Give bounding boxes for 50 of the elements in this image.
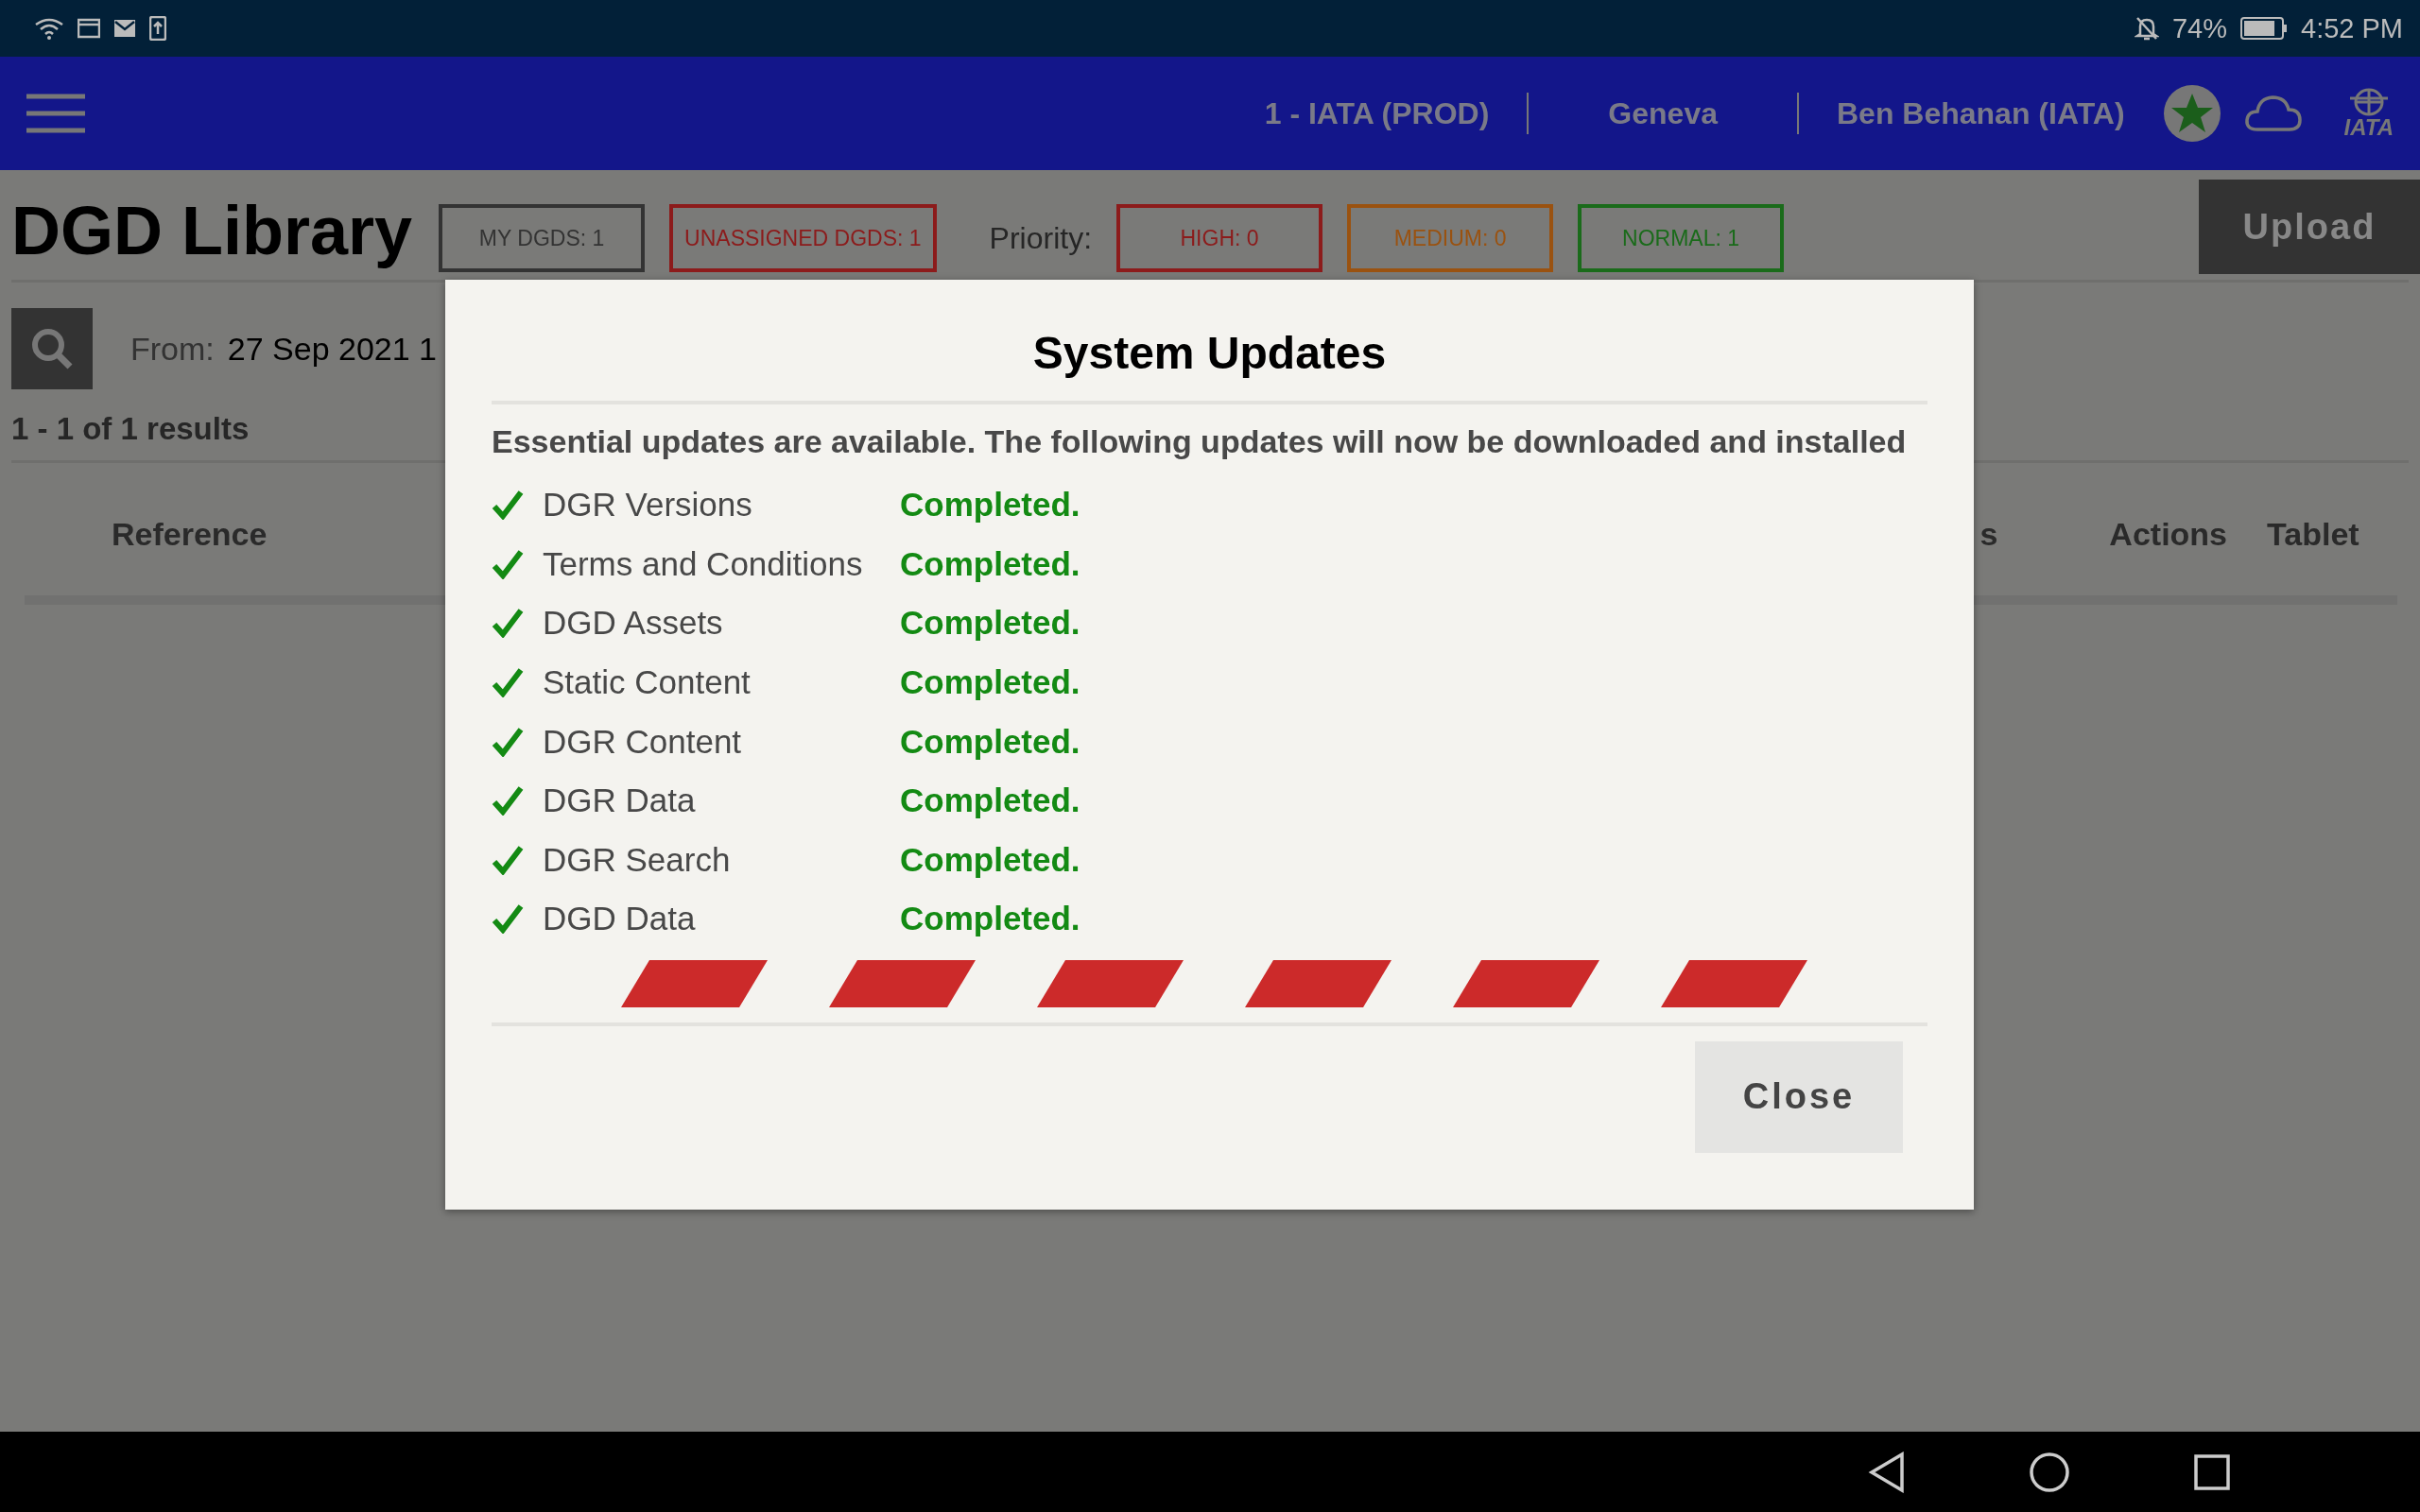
priority-label: Priority: [989,220,1093,256]
update-name: DGD Data [543,900,697,938]
update-status: Completed. [900,604,1080,643]
bell-off-icon [2134,15,2159,42]
globe-icon [2349,88,2388,116]
update-status: Completed. [900,663,1080,702]
cloud-icon[interactable] [2243,94,2303,133]
update-name: DGR Content [543,722,743,761]
update-status: Completed. [900,900,1080,938]
upload-icon [149,16,166,41]
filter-chip[interactable]: UNASSIGNED DGDS: 1 [669,204,937,272]
column-header[interactable]: s [1979,515,1998,553]
dialog-message: Essential updates are available. The following updates will now be downloaded and installed [492,423,1908,460]
column-header[interactable]: Tablet [2267,515,2360,553]
upload-button[interactable]: Upload [2199,180,2420,274]
update-status: Completed. [900,544,1080,583]
calendar-icon [78,18,100,39]
menu-icon[interactable] [26,93,85,134]
column-header[interactable]: Reference [112,515,268,553]
date-from-value[interactable]: 27 Sep 2021 1 [227,330,437,368]
date-from-label: From: [130,330,215,368]
mail-icon [113,19,136,38]
clock-time: 4:52 PM [2301,12,2403,44]
column-header[interactable]: Actions [2109,515,2228,553]
logo-text: IATA [2343,116,2394,139]
update-status: Completed. [900,722,1080,761]
update-status: Completed. [900,840,1080,879]
battery-icon [2240,17,2288,40]
back-icon[interactable] [1868,1451,1906,1493]
recents-icon[interactable] [2193,1452,2231,1491]
update-name: DGR Search [543,840,732,879]
update-name: Terms and Conditions [543,544,864,583]
page-title: DGD Library [11,192,413,269]
update-status: Completed. [900,486,1080,524]
priority-chip[interactable]: HIGH: 0 [1116,204,1323,272]
user-label[interactable]: Ben Behanan (IATA) [1821,95,2140,131]
close-button[interactable]: Close [1695,1040,1903,1153]
battery-percent: 74% [2171,12,2227,44]
update-status: Completed. [900,782,1080,820]
search-button[interactable] [11,308,93,389]
update-name: DGR Data [543,782,697,820]
dialog-title: System Updates [1032,327,1387,380]
update-name: DGR Versions [543,486,753,524]
update-name: DGD Assets [543,604,724,643]
wifi-icon [34,17,64,40]
location-label[interactable]: Geneva [1551,95,1774,131]
filter-chip[interactable]: MY DGDS: 1 [439,204,646,272]
environment-label[interactable]: 1 - IATA (PROD) [1249,95,1505,131]
home-icon[interactable] [2029,1451,2070,1493]
update-name: Static Content [543,663,752,702]
